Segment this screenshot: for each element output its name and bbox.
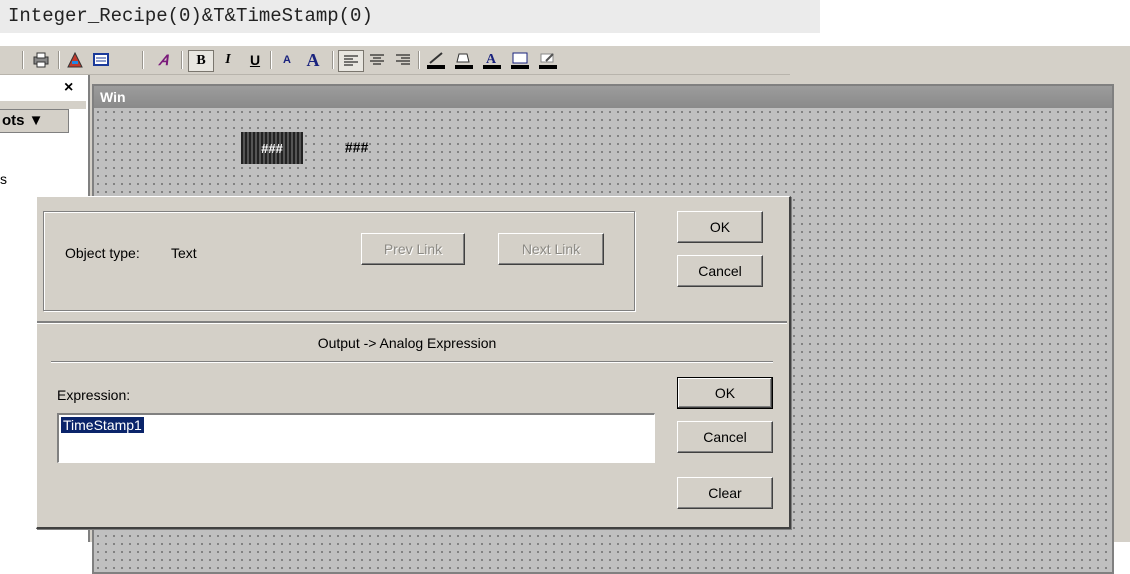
object-properties-dialog: Object type: Text Prev Link Next Link OK… (36, 196, 791, 529)
cancel-top-button[interactable]: Cancel (677, 255, 763, 287)
toolbar-separator (142, 51, 144, 69)
section-separator (51, 361, 773, 363)
font-color-icon[interactable]: A (480, 50, 504, 70)
dialog-divider (37, 321, 787, 324)
align-right-icon[interactable] (392, 50, 414, 70)
selected-text-object[interactable]: ### (241, 132, 303, 164)
font-smaller-button[interactable]: A (276, 50, 298, 70)
fill-color-icon[interactable] (452, 50, 476, 70)
close-icon[interactable]: × (64, 79, 73, 97)
bold-button[interactable]: B (188, 50, 214, 72)
panel-list-item[interactable]: s (0, 171, 7, 187)
code-expression-bar: Integer_Recipe(0)&T&TimeStamp(0) (0, 0, 820, 33)
clear-button[interactable]: Clear (677, 477, 773, 509)
wizard-icon[interactable] (64, 50, 86, 70)
section-title: Output -> Analog Expression (317, 335, 497, 351)
align-center-icon[interactable] (366, 50, 388, 70)
format-toolbar: 𝐴 B I U A A A (0, 46, 790, 75)
hash-box-text: ### (261, 140, 283, 156)
toolbar-separator (22, 51, 24, 69)
panel-divider (0, 101, 86, 109)
underline-button[interactable]: U (244, 50, 266, 70)
panel-dropdown-tab[interactable]: ots ▼ (0, 109, 69, 133)
background-icon[interactable] (508, 50, 532, 70)
print-icon[interactable] (30, 50, 52, 70)
ok-button[interactable]: OK (677, 377, 773, 409)
toolbar-separator (181, 51, 183, 69)
expression-label: Expression: (57, 387, 131, 403)
pen-icon[interactable] (536, 50, 560, 70)
ok-top-button[interactable]: OK (677, 211, 763, 243)
next-link-button[interactable]: Next Link (498, 233, 604, 265)
svg-text:A: A (486, 52, 497, 67)
object-type-label: Object type: (65, 245, 140, 261)
cancel-button[interactable]: Cancel (677, 421, 773, 453)
italic-button[interactable]: I (217, 50, 239, 70)
expression-input[interactable]: TimeStamp1 (57, 413, 655, 463)
line-color-icon[interactable] (424, 50, 448, 70)
object-type-value: Text (171, 245, 197, 261)
toolbar-separator (418, 51, 420, 69)
toolbar-separator (270, 51, 272, 69)
text-object[interactable]: ### (345, 139, 368, 155)
code-expression-text: Integer_Recipe(0)&T&TimeStamp(0) (8, 5, 373, 27)
toolbar-separator (332, 51, 334, 69)
screen-icon[interactable] (90, 50, 112, 70)
align-left-icon[interactable] (338, 50, 364, 72)
font-icon[interactable]: 𝐴 (150, 50, 176, 70)
window-title: Win (94, 86, 1112, 108)
toolbar-separator (58, 51, 60, 69)
expression-value: TimeStamp1 (61, 417, 144, 433)
prev-link-button[interactable]: Prev Link (361, 233, 465, 265)
font-larger-button[interactable]: A (300, 50, 326, 70)
